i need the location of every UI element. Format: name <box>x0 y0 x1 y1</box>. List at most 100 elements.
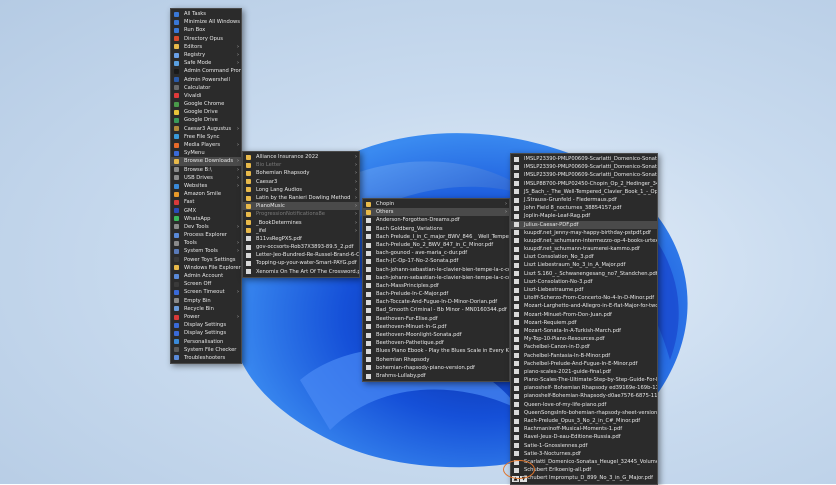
menu-item[interactable]: Websites › <box>171 182 241 190</box>
menu-item[interactable]: Directory Opus <box>171 35 241 43</box>
others-item[interactable]: QueenSongsInfo-bohemian-rhapsody-sheet-v… <box>511 409 657 417</box>
pianomusic-item[interactable]: Brahms-Lullaby.pdf <box>363 372 509 380</box>
downloads-item[interactable]: gov-occsorts-Rob37X3893-89.5_2.pdf <box>243 243 359 251</box>
pianomusic-item[interactable]: Others › <box>363 208 509 217</box>
menu-item[interactable]: Browse Downloads › <box>171 157 241 166</box>
menu-item[interactable]: Power Toys Settings <box>171 256 241 264</box>
others-item[interactable]: Rachmaninoff-Musical-Moments-1.pdf <box>511 425 657 433</box>
menu-item[interactable]: Google Drive <box>171 116 241 124</box>
menu-item[interactable]: System Tools › <box>171 247 241 255</box>
menu-item[interactable]: Personalisation <box>171 338 241 346</box>
downloads-item[interactable]: Topping-up-your-water-Smart-PAYG.pdf <box>243 259 359 267</box>
downloads-item[interactable]: PianoMusic › <box>243 202 359 211</box>
downloads-item[interactable]: ProgressionNotifications8e › <box>243 210 359 218</box>
others-item[interactable]: Liszt Consolation_No_3.pdf <box>511 253 657 261</box>
menu-item[interactable]: Display Settings <box>171 329 241 337</box>
pianomusic-item[interactable]: Bad_Smooth Criminal - Bb Minor - MN01603… <box>363 306 509 314</box>
downloads-item[interactable]: Bio Letter › <box>243 161 359 169</box>
pianomusic-item[interactable]: Beethoven-Pathetique.pdf <box>363 339 509 347</box>
others-item[interactable]: Pachelbel-Prelude-And-Fugue-In-E-Minor.p… <box>511 360 657 368</box>
menu-item[interactable]: USB Drives › <box>171 174 241 182</box>
others-item[interactable]: piano-scales-2021-guide-final.pdf <box>511 368 657 376</box>
others-item[interactable]: Queen-love-of-my-life-piano.pdf <box>511 401 657 409</box>
others-item[interactable]: Satie-3-Nocturnes.pdf <box>511 450 657 458</box>
others-item[interactable]: Pachelbel-Canon-in-D.pdf <box>511 343 657 351</box>
menu-item[interactable]: All Tasks <box>171 10 241 18</box>
pianomusic-item[interactable]: Bach-Toccate-And-Fugue-In-D-Minor-Dorian… <box>363 298 509 306</box>
menu-item[interactable]: Empty Bin <box>171 297 241 305</box>
menu-item[interactable]: Power › <box>171 313 241 321</box>
pianomusic-item[interactable]: Chopin › <box>363 200 509 208</box>
downloads-item[interactable]: Alliance Insurance 2022 › <box>243 153 359 161</box>
menu-item[interactable]: Free File Sync <box>171 133 241 141</box>
downloads-item[interactable]: _ifel › <box>243 227 359 235</box>
others-item[interactable]: Mozart-Minuet-From-Don-Juan.pdf <box>511 311 657 319</box>
menu-item[interactable]: Troubleshooters <box>171 354 241 362</box>
downloads-item[interactable]: _BookDetermines › <box>243 219 359 227</box>
menu-item[interactable]: Minimize All Windows <box>171 18 241 26</box>
menu-item[interactable]: System File Checker <box>171 346 241 354</box>
others-item[interactable]: Liszt S.160_-_Schwanengesang_no7_Standch… <box>511 270 657 278</box>
menu-item[interactable]: Windows File Explorer <box>171 264 241 272</box>
others-item[interactable]: Mozart-Larghetto-and-Allegro-in-E-flat-M… <box>511 302 657 310</box>
others-item[interactable]: Liszt Liebestraum_No_3_in_A_Major.pdf <box>511 261 657 269</box>
menu-item[interactable]: Screen Timeout › <box>171 288 241 296</box>
others-item[interactable]: IMSLP23390-PMLP00609-Scarlatti_Domenico-… <box>511 163 657 171</box>
menu-item[interactable]: Amazon Smile <box>171 190 241 198</box>
others-item[interactable]: Liszt-Consolation-No-3.pdf <box>511 278 657 286</box>
pianomusic-item[interactable]: bach-johann-sebastian-le-clavier-bien-te… <box>363 274 509 282</box>
others-item[interactable]: pianoshelf- Bohemian Rhapsody ed39169e-1… <box>511 384 657 392</box>
pianomusic-item[interactable]: Bach Goldberg_Variations <box>363 225 509 233</box>
menu-item[interactable]: Admin Command Prompt <box>171 67 241 75</box>
pianomusic-item[interactable]: Bach-Prelude-In-C-Major.pdf <box>363 290 509 298</box>
others-item[interactable]: kuupdf.net_jenny-may-happy-birthday-pstp… <box>511 229 657 237</box>
pianomusic-item[interactable]: bach-johann-sebastian-le-clavier-bien-te… <box>363 266 509 274</box>
others-item[interactable]: IMSLP23390-PMLP00609-Scarlatti_Domenico-… <box>511 171 657 179</box>
menu-item[interactable]: Browse B:\ › <box>171 166 241 174</box>
menu-item[interactable]: Admin Account <box>171 272 241 280</box>
others-item[interactable]: kuupdf.net_schumann-traumerei-kammo.pdf <box>511 245 657 253</box>
others-item[interactable]: Mozart-Sonata-In-A-Turkish-March.pdf <box>511 327 657 335</box>
others-item[interactable]: pianoshelf-Bohemian-Rhapsody-d0ae7576-68… <box>511 392 657 400</box>
menu-item[interactable]: Admin Powershell <box>171 76 241 84</box>
others-item[interactable]: Ravel-Jeux-D-eau-Editione-Russia.pdf <box>511 433 657 441</box>
menu-item[interactable]: Display Settings <box>171 321 241 329</box>
pianomusic-item[interactable]: bach-gounod - ave-maria_c-dur.pdf <box>363 249 509 257</box>
others-item[interactable]: JS_Bach_-_The_Well-Tempered_Clavier_Book… <box>511 188 657 196</box>
menu-item[interactable]: Fast <box>171 198 241 206</box>
pianomusic-item[interactable]: Blues Piano Ebook - Play the Blues Scale… <box>363 347 509 355</box>
pianomusic-item[interactable]: Bach Prelude_I_in_C_major_BWV_846 _ Well… <box>363 233 509 241</box>
menu-item[interactable]: WhatsApp <box>171 215 241 223</box>
others-item[interactable]: Satie-1-Gnossiennes.pdf <box>511 442 657 450</box>
pianomusic-item[interactable]: Anderson-Forgotten-Dreams.pdf <box>363 216 509 224</box>
menu-item[interactable]: Screen Off <box>171 280 241 288</box>
pianomusic-item[interactable]: Bach-MassPrinciples.pdf <box>363 282 509 290</box>
others-item[interactable]: Litolff-Scherzo-From-Concerto-No-4-In-D-… <box>511 294 657 302</box>
pianomusic-item[interactable]: Beethoven-Fur-Elise.pdf <box>363 315 509 323</box>
pianomusic-item[interactable]: Beethoven-Minuet-In-G.pdf <box>363 323 509 331</box>
menu-item[interactable]: Recycle Bin <box>171 305 241 313</box>
others-item[interactable]: Liszt-Liebestraume.pdf <box>511 286 657 294</box>
others-item[interactable]: J.Strauss-Grunfeld - Fledermaus.pdf <box>511 196 657 204</box>
menu-item[interactable]: Vivaldi <box>171 92 241 100</box>
others-item[interactable]: Piano-Scales-The-Ultimate-Step-by-Step-G… <box>511 376 657 384</box>
menu-item[interactable]: Safe Mode › <box>171 59 241 67</box>
downloads-item[interactable]: Letter-Jeo-Bundred-Re-Russel-Brand-6-Oct… <box>243 251 359 259</box>
others-item[interactable]: Schubert Impromptu_D_899_No_3_in_G_Major… <box>511 474 657 482</box>
downloads-item[interactable]: Caesar3 › <box>243 178 359 186</box>
menu-item[interactable]: GMX <box>171 207 241 215</box>
others-item[interactable]: Julius-Caesar-PDF.pdf <box>511 220 657 229</box>
pianomusic-item[interactable]: Beethoven-Moonlight-Sonata.pdf <box>363 331 509 339</box>
pianomusic-item[interactable]: bohemian-rhapsody-piano-version.pdf <box>363 364 509 372</box>
others-item[interactable]: Pachelbel-Fantasia-In-B-Minor.pdf <box>511 352 657 360</box>
menu-item[interactable]: Google Drive <box>171 108 241 116</box>
menu-item[interactable]: Process Explorer <box>171 231 241 239</box>
others-item[interactable]: IMSLP23390-PMLP00609-Scarlatti_Domenico-… <box>511 155 657 163</box>
menu-item[interactable]: Caesar3 Augustus › <box>171 125 241 133</box>
menu-item[interactable]: SyMenu <box>171 149 241 157</box>
downloads-item[interactable]: Xenomix On The Art Of The Crossword.pdf <box>243 268 359 276</box>
others-item[interactable]: My-Top-10-Piano-Resources.pdf <box>511 335 657 343</box>
downloads-item[interactable]: Latin by the Ranieri Dowling Method › <box>243 194 359 202</box>
pianomusic-item[interactable]: Bohemian Rhapsody <box>363 356 509 364</box>
downloads-item[interactable]: Bohemian Rhapsody › <box>243 169 359 177</box>
